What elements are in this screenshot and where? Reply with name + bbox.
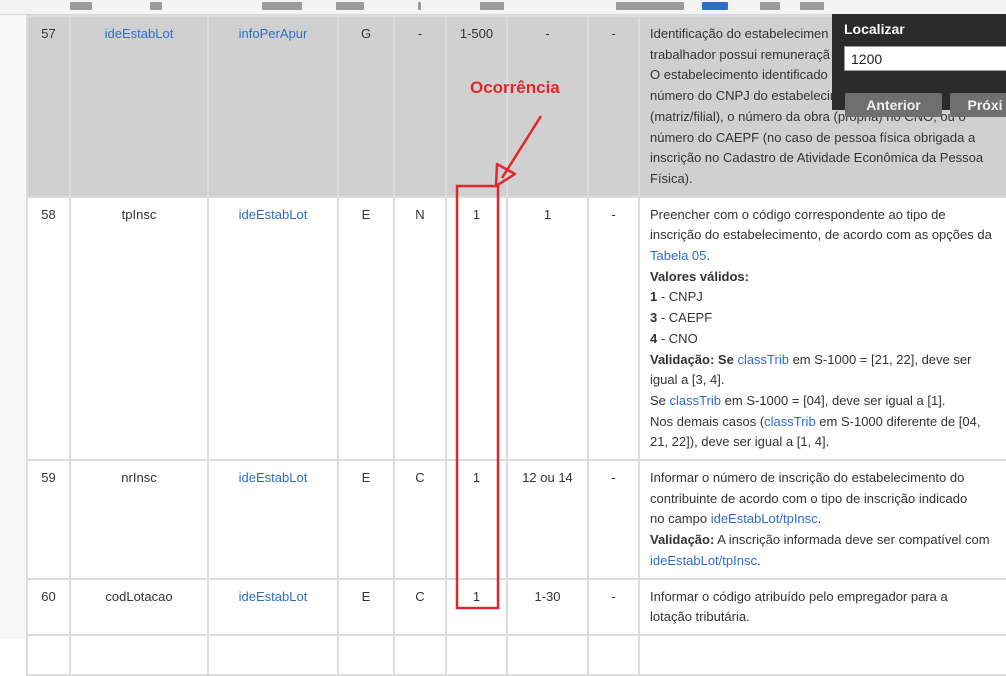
annotation-arrow-head [494,162,517,188]
ocorrencia-highlight-box [455,184,500,610]
table-row-partial [26,633,1006,676]
find-title: Localizar [844,21,905,37]
find-previous-button[interactable]: Anterior [845,93,942,117]
find-dialog: Localizar Anterior Próxi [832,14,1006,117]
find-next-button[interactable]: Próxi [950,93,1006,117]
find-input[interactable] [844,46,1006,71]
